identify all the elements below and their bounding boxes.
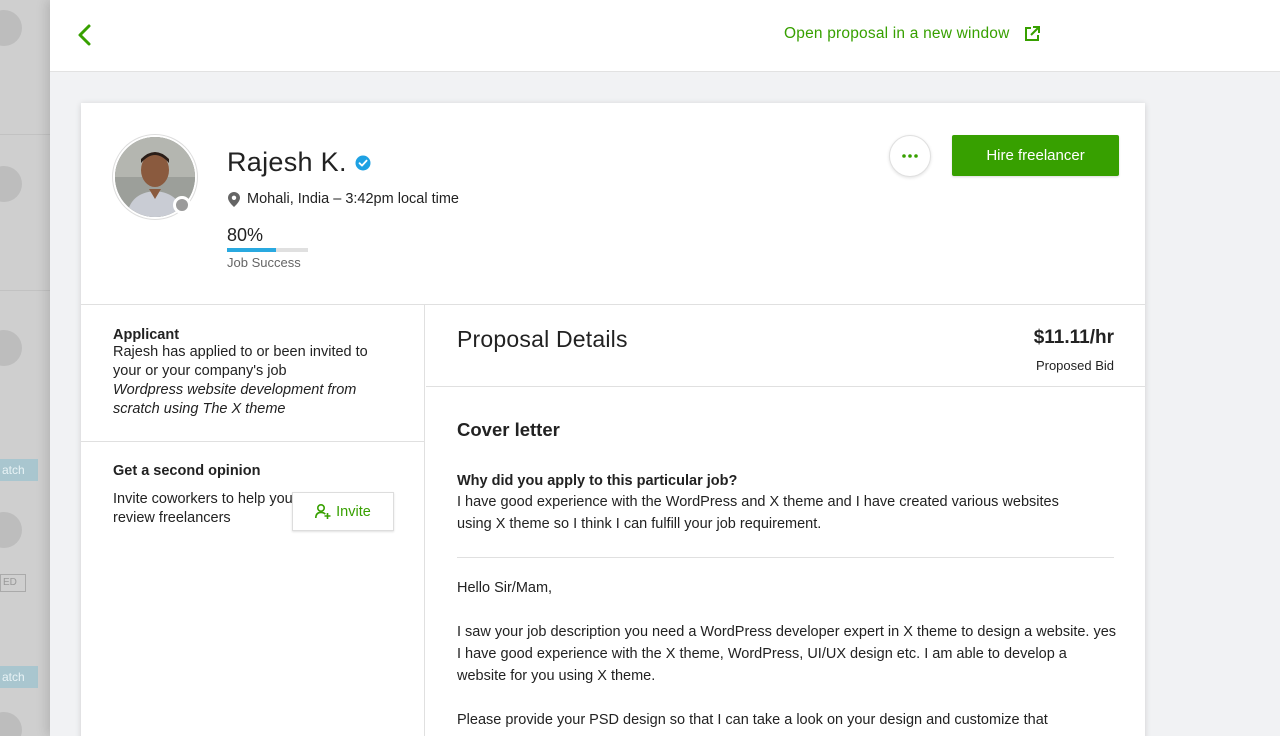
add-user-icon: [315, 504, 331, 519]
invite-button-label: Invite: [336, 503, 371, 520]
background-avatar: [0, 512, 22, 548]
verified-badge-icon: [355, 155, 371, 170]
job-success-bar-fill: [227, 248, 276, 252]
freelancer-profile: Rajesh K. Mohali, India – 3:42pm local t…: [81, 103, 1145, 305]
open-link-label: Open proposal in a new window: [784, 25, 1010, 42]
freelancer-name[interactable]: Rajesh K.: [227, 147, 347, 178]
offline-status-dot: [173, 196, 191, 214]
proposal-card: Rajesh K. Mohali, India – 3:42pm local t…: [81, 103, 1145, 736]
job-success-value: 80%: [227, 225, 264, 245]
location-text: Mohali, India – 3:42pm local time: [247, 191, 459, 207]
external-link-icon: [1024, 26, 1040, 41]
back-button[interactable]: [74, 22, 98, 48]
cover-letter-body: Hello Sir/Mam, I saw your job descriptio…: [457, 577, 1117, 731]
cover-letter-title: Cover letter: [457, 419, 560, 440]
map-pin-icon: [228, 191, 240, 207]
background-divider: [0, 134, 50, 135]
background-avatar: [0, 10, 22, 46]
proposal-title: Proposal Details: [457, 326, 628, 352]
more-options-button[interactable]: [889, 135, 931, 177]
second-opinion-text: Invite coworkers to help you review free…: [113, 491, 293, 526]
letter-paragraph: I saw your job description you need a Wo…: [457, 624, 1117, 684]
hire-freelancer-button[interactable]: Hire freelancer: [952, 135, 1119, 176]
background-avatar: [0, 330, 22, 366]
cover-letter-section: Cover letter Why did you apply to this p…: [426, 387, 1145, 731]
chevron-left-icon: [78, 24, 91, 46]
second-opinion-section: Get a second opinion Invite coworkers to…: [81, 442, 424, 531]
question-title: Why did you apply to this particular job…: [457, 473, 738, 489]
background-divider: [0, 290, 50, 291]
divider: [457, 557, 1114, 558]
applicant-job-title[interactable]: Wordpress website development from scrat…: [113, 381, 392, 419]
proposed-bid-label: Proposed Bid: [1035, 358, 1114, 373]
job-success-label: Job Success: [227, 255, 301, 270]
background-chip: atch: [0, 459, 38, 481]
proposal-details: Proposal Details $11.11/hr Proposed Bid …: [426, 305, 1145, 736]
applicant-title: Applicant: [113, 327, 180, 343]
invite-button[interactable]: Invite: [292, 492, 394, 531]
letter-paragraph: Hello Sir/Mam,: [457, 580, 553, 596]
name-row: Rajesh K.: [227, 147, 371, 178]
question-answer: I have good experience with the WordPres…: [457, 494, 1059, 532]
proposal-panel: Open proposal in a new window Rajesh K. …: [50, 0, 1280, 736]
background-avatar: [0, 166, 22, 202]
location-row: Mohali, India – 3:42pm local time: [228, 191, 459, 207]
letter-paragraph: Please provide your PSD design so that I…: [457, 712, 1048, 728]
proposal-header: Proposal Details $11.11/hr Proposed Bid: [426, 305, 1145, 387]
proposed-bid-value: $11.11/hr: [1033, 327, 1114, 348]
background-avatar: [0, 712, 22, 736]
open-in-new-window-link[interactable]: Open proposal in a new window: [784, 25, 1040, 43]
applicant-text: Rajesh has applied to or been invited to…: [113, 344, 368, 379]
sidebar: Applicant Rajesh has applied to or been …: [81, 305, 425, 736]
background-page: atch ED atch: [0, 0, 50, 736]
job-success-bar: [227, 248, 308, 252]
panel-header: Open proposal in a new window: [50, 0, 1280, 72]
background-chip: atch: [0, 666, 38, 688]
avatar[interactable]: [113, 135, 197, 219]
background-tag: ED: [0, 574, 26, 592]
applicant-section: Applicant Rajesh has applied to or been …: [81, 305, 424, 442]
second-opinion-title: Get a second opinion: [113, 463, 261, 479]
more-dots-icon: [902, 154, 918, 158]
